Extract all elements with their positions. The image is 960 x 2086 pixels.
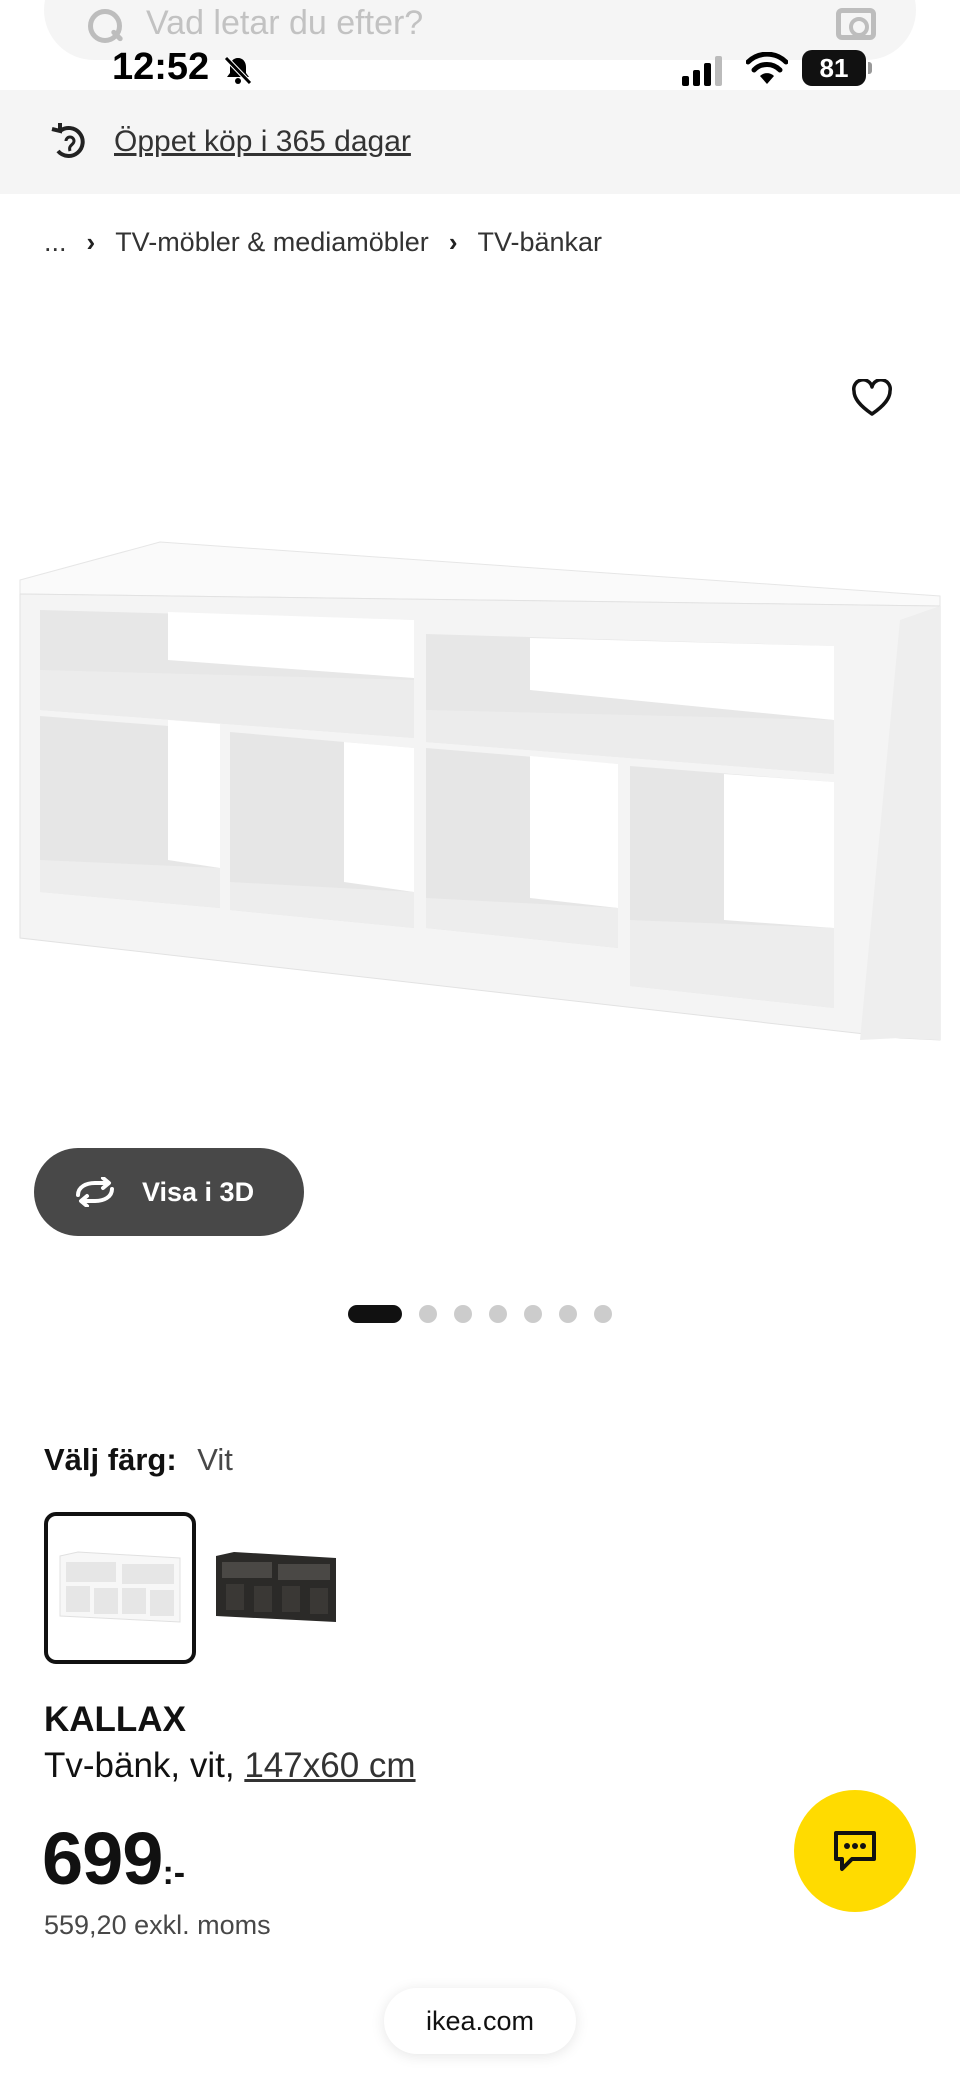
product-price: 699:- [42, 1816, 185, 1901]
chat-bubble-icon [834, 1831, 876, 1871]
breadcrumb-item-tv-benches[interactable]: TV-bänkar [477, 227, 602, 258]
carousel-dot[interactable] [594, 1305, 612, 1323]
product-size-link[interactable]: 147x60 cm [244, 1746, 415, 1785]
carousel-dot[interactable] [454, 1305, 472, 1323]
chevron-right-icon: › [86, 226, 96, 257]
add-to-wishlist-button[interactable] [846, 372, 898, 424]
product-description-text: Tv-bänk, vit, [44, 1746, 235, 1785]
color-swatch-black-brown[interactable] [200, 1512, 352, 1664]
color-value: Vit [197, 1442, 233, 1477]
heart-icon [852, 379, 892, 416]
chat-button[interactable] [794, 1790, 916, 1912]
battery-indicator: 81 [802, 50, 866, 86]
wifi-icon [746, 52, 788, 84]
color-swatch-white[interactable] [44, 1512, 196, 1664]
product-image[interactable] [0, 520, 960, 1140]
browser-url-pill[interactable]: ikea.com [384, 1988, 576, 2054]
carousel-dot[interactable] [489, 1305, 507, 1323]
black-brown-variant-thumbnail [216, 1552, 336, 1622]
bell-muted-icon [224, 56, 252, 85]
view-in-3d-button[interactable]: Visa i 3D [34, 1148, 304, 1236]
product-name: KALLAX [44, 1700, 186, 1739]
carousel-dot[interactable] [559, 1305, 577, 1323]
status-bar: 12:52 81 [0, 44, 960, 92]
rotate-3d-icon [76, 1177, 114, 1207]
battery-tip [868, 62, 872, 74]
status-time: 12:52 [112, 46, 210, 88]
price-excl-vat: 559,20 exkl. moms [44, 1910, 271, 1940]
chevron-right-icon: › [448, 226, 458, 257]
color-selector-label: Välj färg: Vit [44, 1442, 233, 1478]
price-amount: 699 [42, 1817, 163, 1900]
product-description: Tv-bänk, vit, 147x60 cm [44, 1746, 416, 1786]
promo-banner: Öppet köp i 365 dagar [0, 90, 960, 194]
return-policy-icon [51, 123, 85, 158]
camera-search-icon[interactable] [836, 8, 876, 40]
image-carousel-indicator [348, 1304, 629, 1324]
carousel-dot-active[interactable] [348, 1305, 402, 1323]
breadcrumb-ellipsis[interactable]: ... [44, 227, 67, 258]
search-input[interactable] [146, 3, 836, 43]
search-icon [84, 7, 126, 49]
breadcrumb: ... › TV-möbler & mediamöbler › TV-bänka… [44, 222, 602, 262]
return-policy-link[interactable]: Öppet köp i 365 dagar [114, 125, 411, 159]
white-variant-thumbnail [59, 1551, 181, 1623]
view-in-3d-label: Visa i 3D [142, 1176, 255, 1207]
color-label: Välj färg: [44, 1442, 177, 1477]
cell-signal-icon [682, 56, 722, 86]
carousel-dot[interactable] [419, 1305, 437, 1323]
carousel-dot[interactable] [524, 1305, 542, 1323]
product-page: 12:52 81 Öppet köp i 365 dagar [0, 0, 960, 2086]
breadcrumb-item-tv-furniture[interactable]: TV-möbler & mediamöbler [115, 227, 429, 258]
price-suffix: :- [162, 1854, 186, 1892]
